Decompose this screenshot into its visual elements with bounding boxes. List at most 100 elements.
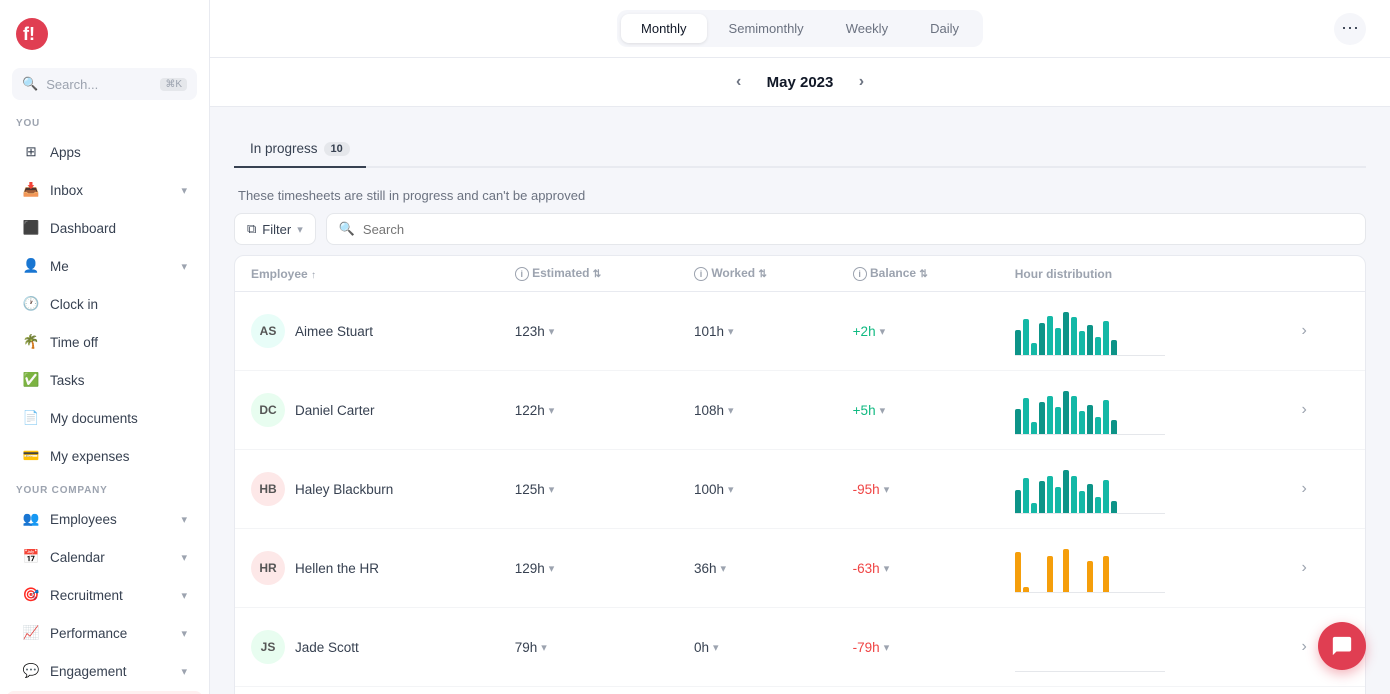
- sidebar-item-my-documents[interactable]: 📄 My documents: [6, 400, 203, 436]
- sidebar-item-employees[interactable]: 👥 Employees ▾: [6, 501, 203, 537]
- worked-cell: 101h▾: [678, 292, 837, 371]
- chevron-down-icon[interactable]: ▾: [884, 641, 890, 654]
- navigate-row-button[interactable]: ›: [1290, 317, 1318, 345]
- filter-label: Filter: [262, 222, 291, 237]
- sort-icon[interactable]: ⇅: [758, 269, 766, 280]
- balance-cell: -95h▾: [837, 687, 999, 694]
- chevron-down-icon: ▾: [181, 665, 187, 678]
- sort-icon[interactable]: ↑: [311, 270, 316, 281]
- employee-name: Jade Scott: [295, 640, 359, 655]
- search-bar[interactable]: 🔍 Search... ⌘K: [12, 68, 197, 100]
- search-icon: 🔍: [339, 221, 355, 237]
- search-icon: 🔍: [22, 76, 38, 92]
- sidebar-item-label: Clock in: [50, 297, 187, 312]
- sidebar-item-recruitment[interactable]: 🎯 Recruitment ▾: [6, 577, 203, 613]
- table-row: ASAimee Stuart123h▾101h▾+2h▾›: [235, 292, 1365, 371]
- navigate-row-button[interactable]: ›: [1290, 396, 1318, 424]
- worked-value: 0h: [694, 640, 709, 655]
- navigate-cell: ›: [1274, 450, 1365, 529]
- chevron-down-icon[interactable]: ▾: [880, 404, 886, 417]
- dashboard-icon: ⬛: [22, 219, 40, 237]
- navigate-row-button[interactable]: ›: [1290, 475, 1318, 503]
- chevron-down-icon: ▾: [181, 184, 187, 197]
- employees-icon: 👥: [22, 510, 40, 528]
- sidebar-item-performance[interactable]: 📈 Performance ▾: [6, 615, 203, 651]
- table-search[interactable]: 🔍: [326, 213, 1366, 245]
- tab-monthly[interactable]: Monthly: [621, 14, 707, 43]
- sidebar-item-label: Inbox: [50, 183, 171, 198]
- chevron-down-icon[interactable]: ▾: [728, 483, 734, 496]
- sidebar-item-apps[interactable]: ⊞ Apps: [6, 134, 203, 170]
- sort-icon[interactable]: ⇅: [919, 269, 927, 280]
- col-hour-distribution: Hour distribution: [999, 256, 1274, 292]
- info-icon: i: [515, 267, 529, 281]
- col-estimated: i Estimated ⇅: [499, 256, 678, 292]
- tab-semimonthly[interactable]: Semimonthly: [709, 14, 824, 43]
- chevron-down-icon[interactable]: ▾: [549, 562, 555, 575]
- hour-distribution-chart: [1015, 543, 1165, 593]
- chevron-down-icon[interactable]: ▾: [541, 641, 547, 654]
- chart-cell: [999, 608, 1274, 687]
- employee-cell: ASAimee Stuart: [235, 292, 499, 371]
- section-label-company: YOUR COMPANY: [0, 475, 209, 500]
- sidebar-item-me[interactable]: 👤 Me ▾: [6, 248, 203, 284]
- chart-cell: [999, 371, 1274, 450]
- calendar-icon: 📅: [22, 548, 40, 566]
- navigate-cell: ›: [1274, 687, 1365, 694]
- sidebar: f! 🔍 Search... ⌘K YOU ⊞ Apps 📥 Inbox ▾ ⬛…: [0, 0, 210, 694]
- chevron-down-icon[interactable]: ▾: [549, 325, 555, 338]
- more-options-button[interactable]: ⋯: [1334, 13, 1366, 45]
- estimated-value: 79h: [515, 640, 538, 655]
- current-month-label: May 2023: [767, 74, 834, 91]
- balance-cell: +2h▾: [837, 292, 999, 371]
- employee-name: Aimee Stuart: [295, 324, 373, 339]
- prev-month-button[interactable]: ‹: [725, 68, 753, 96]
- estimated-value: 129h: [515, 561, 545, 576]
- next-month-button[interactable]: ›: [847, 68, 875, 96]
- search-input[interactable]: [363, 222, 1353, 237]
- estimated-cell: 79h▾: [499, 608, 678, 687]
- navigate-row-button[interactable]: ›: [1290, 633, 1318, 661]
- chevron-down-icon[interactable]: ▾: [880, 325, 886, 338]
- chevron-down-icon[interactable]: ▾: [884, 483, 890, 496]
- tab-weekly[interactable]: Weekly: [826, 14, 908, 43]
- chevron-down-icon[interactable]: ▾: [884, 562, 890, 575]
- avatar: JS: [251, 630, 285, 664]
- sidebar-item-dashboard[interactable]: ⬛ Dashboard: [6, 210, 203, 246]
- col-action: [1274, 256, 1365, 292]
- info-icon: i: [694, 267, 708, 281]
- sidebar-item-engagement[interactable]: 💬 Engagement ▾: [6, 653, 203, 689]
- tab-daily[interactable]: Daily: [910, 14, 979, 43]
- worked-cell: 100h▾: [678, 450, 837, 529]
- inbox-icon: 📥: [22, 181, 40, 199]
- sidebar-item-time-off[interactable]: 🌴 Time off: [6, 324, 203, 360]
- filter-button[interactable]: ⧉ Filter ▾: [234, 213, 316, 245]
- tab-in-progress[interactable]: In progress 10: [234, 131, 366, 168]
- chevron-down-icon[interactable]: ▾: [721, 562, 727, 575]
- sort-icon[interactable]: ⇅: [593, 269, 601, 280]
- sidebar-item-calendar[interactable]: 📅 Calendar ▾: [6, 539, 203, 575]
- sidebar-item-clock-in[interactable]: 🕐 Clock in: [6, 286, 203, 322]
- estimated-cell: 129h ▾: [499, 529, 678, 608]
- chevron-down-icon[interactable]: ▾: [549, 404, 555, 417]
- sidebar-item-label: My expenses: [50, 449, 187, 464]
- sidebar-item-tasks[interactable]: ✅ Tasks: [6, 362, 203, 398]
- table-row: JSJade Scott79h▾0h▾-79h▾›: [235, 608, 1365, 687]
- balance-value: -63h: [853, 561, 880, 576]
- sidebar-item-label: Time off: [50, 335, 187, 350]
- balance-cell: -95h▾: [837, 450, 999, 529]
- chevron-down-icon[interactable]: ▾: [728, 404, 734, 417]
- chevron-down-icon[interactable]: ▾: [713, 641, 719, 654]
- chevron-down-icon[interactable]: ▾: [728, 325, 734, 338]
- sidebar-item-inbox[interactable]: 📥 Inbox ▾: [6, 172, 203, 208]
- estimated-value: 123h: [515, 324, 545, 339]
- navigate-row-button[interactable]: ›: [1290, 554, 1318, 582]
- table-row: HRHellen the HR129h▾36h▾-63h▾›: [235, 529, 1365, 608]
- sidebar-item-my-expenses[interactable]: 💳 My expenses: [6, 438, 203, 474]
- performance-icon: 📈: [22, 624, 40, 642]
- chevron-down-icon: ▾: [181, 513, 187, 526]
- chevron-down-icon[interactable]: ▾: [549, 483, 555, 496]
- chat-fab[interactable]: [1318, 622, 1366, 670]
- sidebar-item-label: Employees: [50, 512, 171, 527]
- svg-text:f!: f!: [23, 24, 35, 44]
